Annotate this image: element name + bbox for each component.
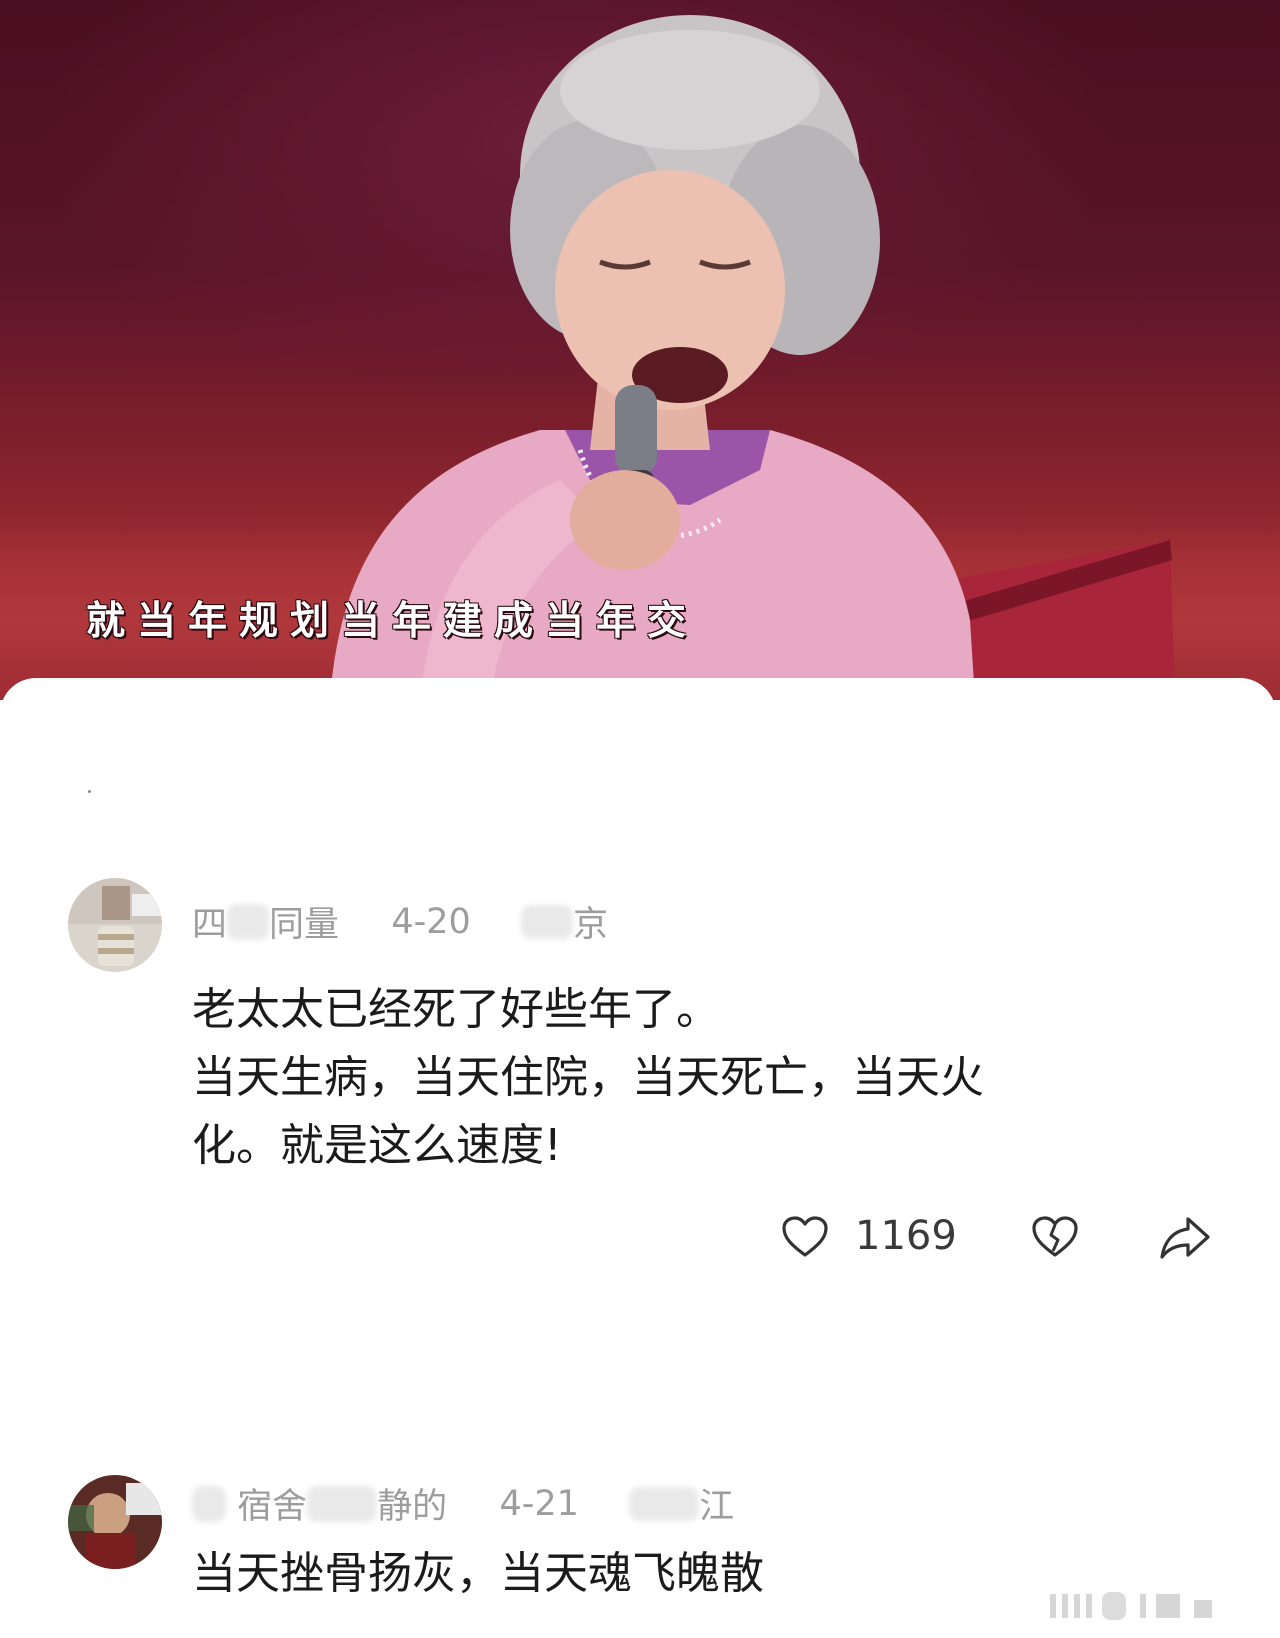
share-arrow-icon — [1160, 1217, 1210, 1259]
avatar[interactable] — [68, 1475, 162, 1569]
comment-location: 江 — [699, 1487, 735, 1527]
redacted-block — [227, 903, 270, 940]
comment-date: 4-20 — [391, 901, 471, 942]
watermark-logo — [1050, 1592, 1212, 1620]
redacted-block — [629, 1486, 700, 1521]
heart-outline-icon — [782, 1216, 828, 1257]
redacted-block — [307, 1485, 378, 1522]
comment-text: 当天挫骨扬灰，当天魂飞魄散 — [192, 1548, 764, 1599]
comment-meta: 宿舍 静的 4-21 江 — [192, 1478, 734, 1529]
avatar[interactable] — [68, 878, 162, 972]
comment-date: 4-21 — [499, 1483, 579, 1524]
comment-location: 京 — [573, 905, 609, 945]
video-frame[interactable]: 就当年规划当年建成当年交 — [0, 0, 1280, 700]
broken-heart-icon — [1032, 1216, 1078, 1257]
like-button[interactable] — [780, 1213, 830, 1263]
dislike-button[interactable] — [1030, 1213, 1080, 1263]
share-button[interactable] — [1158, 1213, 1212, 1263]
video-subtitle: 就当年规划当年建成当年交 — [86, 599, 699, 644]
comment-meta: 四同量 4-20 京 — [192, 896, 608, 947]
comment-text: 老太太已经死了好些年了。 当天生病，当天住院，当天死亡，当天火 化。就是这么速度… — [192, 984, 984, 1171]
microphone — [615, 385, 657, 475]
like-count: 1169 — [855, 1213, 957, 1259]
redacted-block — [521, 904, 574, 939]
username[interactable]: 四同量 — [192, 896, 339, 947]
username[interactable]: 宿舍 静的 — [237, 1478, 447, 1529]
redacted-block — [192, 1485, 226, 1522]
sheet-handle — [88, 790, 91, 793]
